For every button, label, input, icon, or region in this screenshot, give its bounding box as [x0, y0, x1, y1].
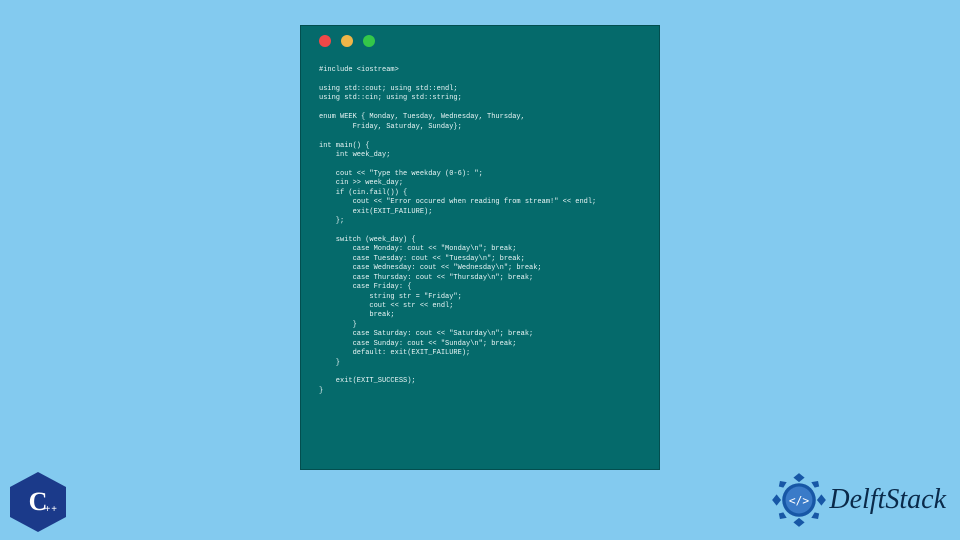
gear-icon: </> [771, 472, 827, 528]
brand-name: DelftStack [829, 484, 946, 516]
cpp-plus: ++ [45, 504, 58, 515]
cpp-hexagon-icon: C ++ [10, 472, 66, 532]
svg-text:</>: </> [789, 494, 809, 507]
code-window: #include <iostream> using std::cout; usi… [300, 25, 660, 470]
cpp-logo: C ++ [10, 472, 66, 532]
minimize-icon[interactable] [341, 35, 353, 47]
close-icon[interactable] [319, 35, 331, 47]
maximize-icon[interactable] [363, 35, 375, 47]
code-content: #include <iostream> using std::cout; usi… [301, 56, 659, 406]
window-titlebar [301, 26, 659, 56]
delftstack-logo: </> DelftStack [771, 472, 946, 528]
